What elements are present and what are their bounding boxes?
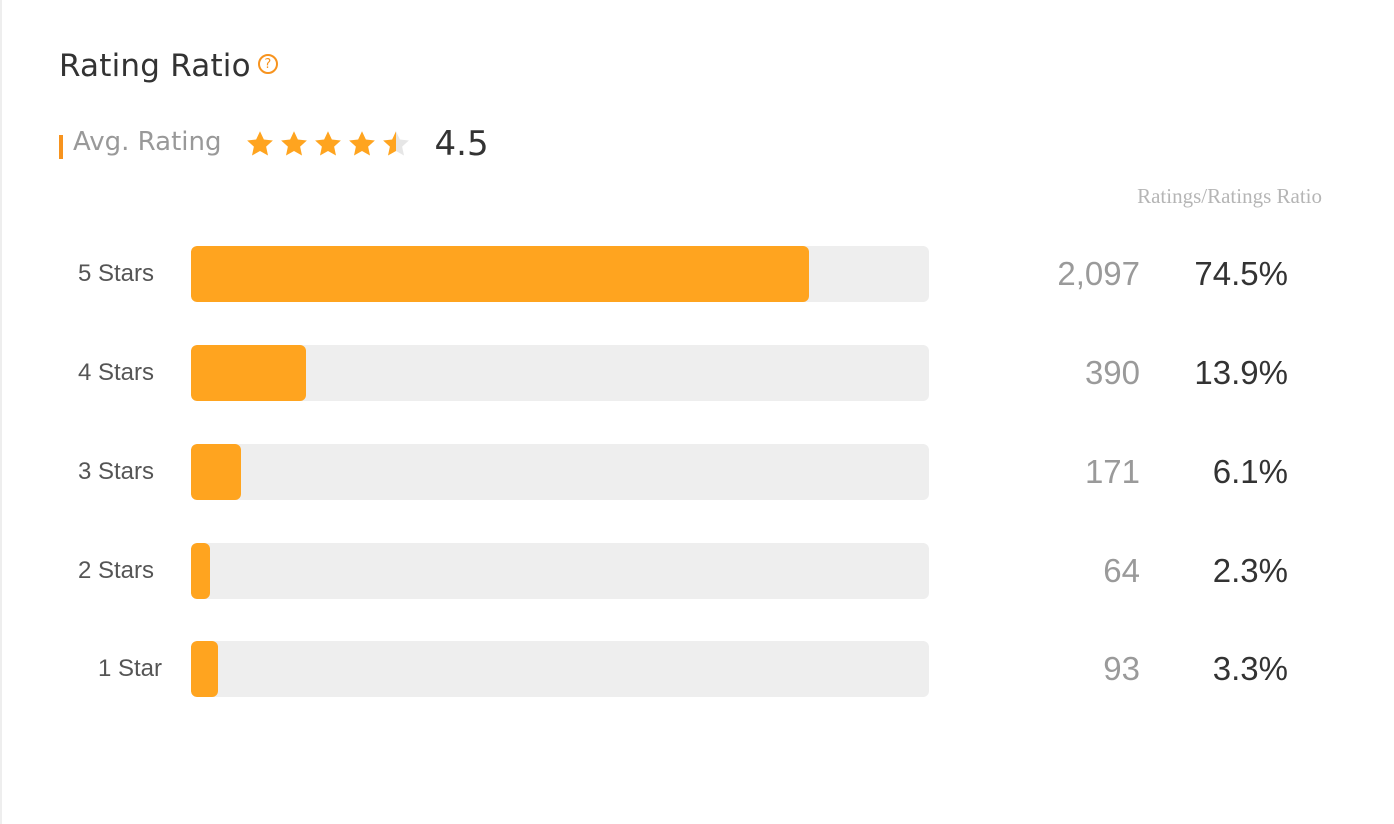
star-full-icon [314,131,341,156]
question-circle-icon[interactable]: ? [257,54,278,74]
star-full-icon [280,131,307,156]
avg-rating-value: 4.5 [434,124,489,164]
star-rating [245,129,411,159]
row-label: 3 Stars [77,458,154,485]
average-rating-row: Avg. Rating 4.5 [59,122,489,166]
rating-row-1: 1 Star 93 3.3% [0,641,1394,697]
rating-count: 390 [1084,354,1140,391]
avg-rating-label: Avg. Rating [73,127,222,157]
bar-track [191,444,929,500]
rating-count: 2,097 [1057,255,1140,292]
bar-fill [191,246,810,302]
bar-fill [191,345,307,401]
rating-row-5: 5 Stars 2,097 74.5% [0,246,1394,302]
bar-fill [191,543,211,599]
section-title: Rating Ratio [59,48,251,84]
star-full-icon [246,131,273,156]
rating-count: 64 [1103,552,1140,589]
rating-count: 93 [1103,650,1140,687]
rating-row-4: 4 Stars 390 13.9% [0,345,1394,401]
section-header: Rating Ratio ? [59,46,278,86]
rating-ratio: 3.3% [1212,650,1288,687]
rating-row-3: 3 Stars 171 6.1% [0,444,1394,500]
bar-fill [191,641,219,697]
column-header: Ratings/Ratings Ratio [1137,184,1322,208]
star-full-icon [348,131,375,156]
rating-ratio: 6.1% [1212,453,1288,490]
row-label: 4 Stars [77,359,154,386]
bar-track [191,345,929,401]
star-half-icon [382,131,409,156]
row-label: 5 Stars [77,260,154,287]
bar-track [191,543,929,599]
accent-marker [59,135,63,159]
bar-track [191,641,929,697]
rating-row-2: 2 Stars 64 2.3% [0,543,1394,599]
bar-track [191,246,929,302]
panel-left-border [0,0,2,824]
row-label: 1 Star [97,655,162,682]
row-label: 2 Stars [77,557,154,584]
rating-ratio: 74.5% [1194,255,1288,292]
rating-ratio: 13.9% [1194,354,1288,391]
rating-count: 171 [1084,453,1140,490]
bar-fill [191,444,242,500]
rating-ratio: 2.3% [1212,552,1288,589]
